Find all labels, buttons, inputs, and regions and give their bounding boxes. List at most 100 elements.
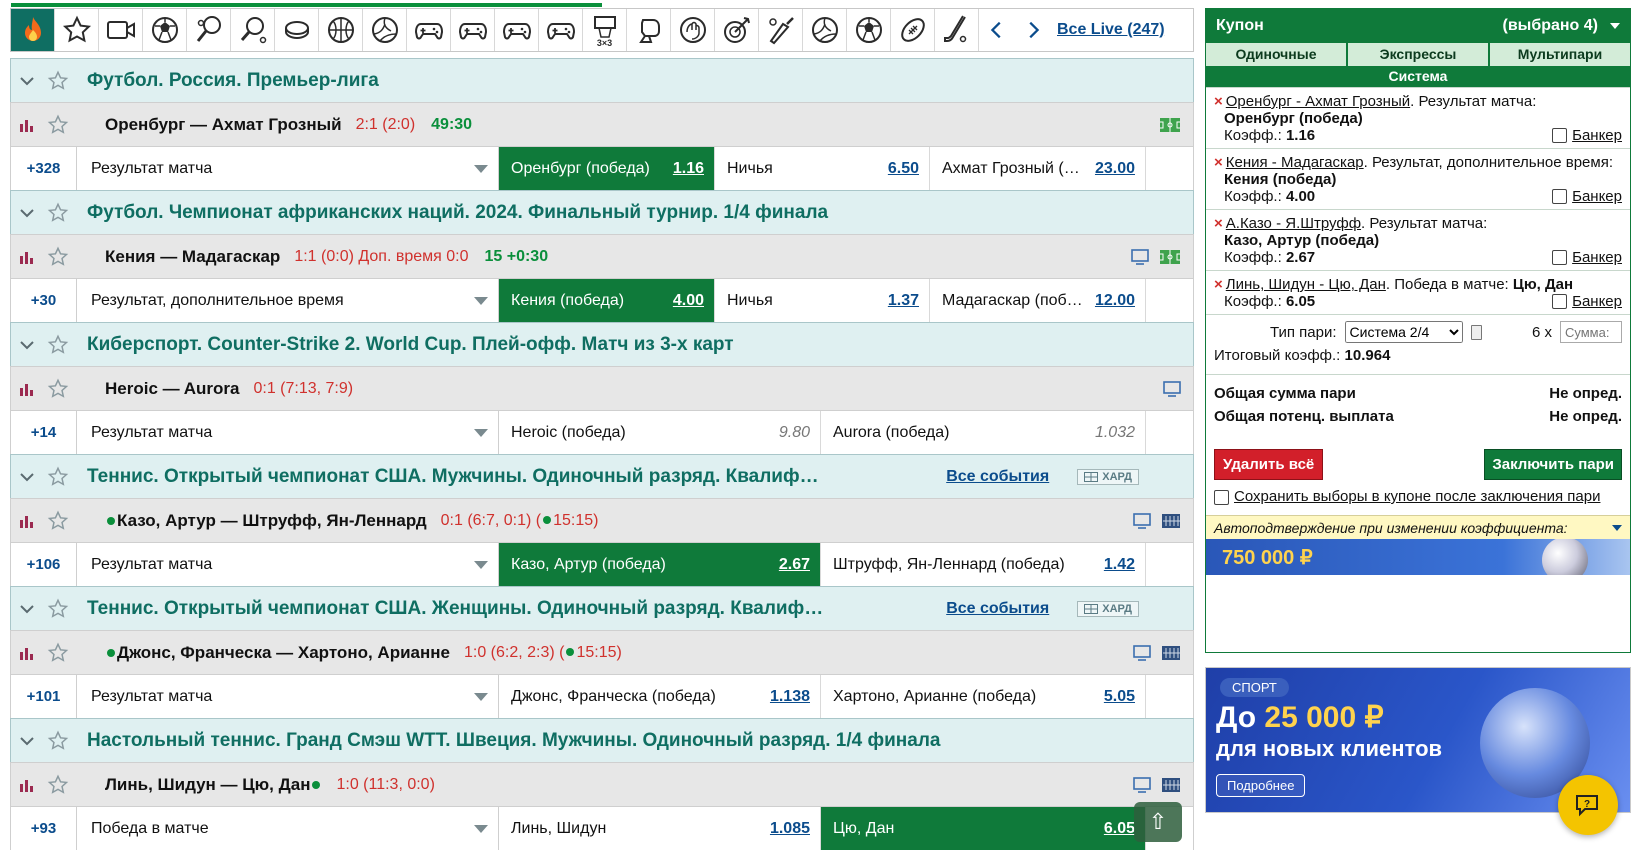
sport-tab[interactable] [319, 9, 363, 51]
outcome-button[interactable]: Хартоно, Арианне (победа) 5.05 [821, 675, 1146, 718]
collapse-toggle[interactable] [11, 601, 43, 617]
banker-checkbox[interactable] [1552, 189, 1568, 204]
collapse-toggle[interactable] [11, 337, 43, 353]
outcome-button[interactable]: Кения (победа) 4.00 [499, 279, 715, 322]
all-events-link[interactable]: Все события [946, 600, 1049, 618]
bet-event-link[interactable]: Линь, Шидун - Цю, Дан [1226, 276, 1386, 293]
league-header[interactable]: Киберспорт. Counter-Strike 2. World Cup.… [10, 322, 1194, 366]
outcome-button[interactable]: Ахмат Грозный (… 23.00 [930, 147, 1146, 190]
tab-multi[interactable]: Мультипари [1488, 43, 1630, 66]
favorite-league[interactable] [43, 466, 73, 488]
market-select[interactable]: Результат матча [77, 147, 499, 190]
calculator-icon[interactable] [1470, 324, 1482, 340]
sport-tab[interactable]: 3×3 [583, 9, 627, 51]
sport-tab[interactable] [891, 9, 935, 51]
match-teams[interactable]: Линь, Шидун — Цю, Дан [73, 775, 322, 795]
league-name[interactable]: Футбол. Чемпионат африканских наций. 202… [73, 202, 1193, 224]
favorite-match[interactable] [43, 642, 73, 664]
stats-button[interactable] [11, 116, 43, 134]
market-select[interactable]: Результат матча [77, 411, 499, 454]
banker-toggle[interactable]: Банкер [1552, 293, 1622, 310]
all-events-link[interactable]: Все события [946, 468, 1049, 486]
league-name[interactable]: Теннис. Открытый чемпионат США. Мужчины.… [73, 466, 946, 488]
favorite-league[interactable] [43, 202, 73, 224]
stats-button[interactable] [11, 644, 43, 662]
banker-checkbox[interactable] [1552, 250, 1568, 265]
match-teams[interactable]: Оренбург — Ахмат Грозный [73, 115, 342, 135]
more-markets-count[interactable]: +106 [11, 543, 77, 586]
outcome-button[interactable]: Джонс, Франческа (победа) 1.138 [499, 675, 821, 718]
sport-tab[interactable] [143, 9, 187, 51]
match-row[interactable]: Джонс, Франческа — Хартоно, Арианне 1:0 (… [10, 630, 1194, 674]
market-select[interactable]: Результат матча [77, 543, 499, 586]
remove-bet-icon[interactable]: × [1214, 93, 1223, 110]
tv-icon[interactable] [1133, 644, 1151, 661]
outcome-button[interactable]: Ничья 1.37 [715, 279, 930, 322]
scoreboard-icon[interactable] [1161, 513, 1181, 529]
favorite-match[interactable] [43, 774, 73, 796]
collapse-toggle[interactable] [11, 469, 43, 485]
sport-tab[interactable] [627, 9, 671, 51]
market-select[interactable]: Результат матча [77, 675, 499, 718]
more-markets-count[interactable]: +328 [11, 147, 77, 190]
scoreboard-icon[interactable] [1161, 777, 1181, 793]
sport-tab[interactable] [715, 9, 759, 51]
favorite-league[interactable] [43, 70, 73, 92]
tv-icon[interactable] [1131, 248, 1149, 265]
coupon-header[interactable]: Купон (выбрано 4) [1206, 9, 1630, 43]
tv-icon[interactable] [1133, 512, 1151, 529]
league-name[interactable]: Теннис. Открытый чемпионат США. Женщины.… [73, 598, 946, 620]
favorite-match[interactable] [43, 378, 73, 400]
remove-bet-icon[interactable]: × [1214, 276, 1223, 293]
scoreboard-icon[interactable] [1161, 645, 1181, 661]
outcome-button[interactable]: Ничья 6.50 [715, 147, 930, 190]
sport-tab[interactable] [275, 9, 319, 51]
chevron-down-icon[interactable] [1610, 23, 1620, 29]
outcome-button[interactable]: Heroic (победа) 9.80 [499, 411, 821, 454]
sport-tab[interactable] [231, 9, 275, 51]
sport-tab[interactable] [495, 9, 539, 51]
league-header[interactable]: Настольный теннис. Гранд Смэш WTT. Швеци… [10, 718, 1194, 762]
banker-checkbox[interactable] [1552, 128, 1568, 143]
banker-toggle[interactable]: Банкер [1552, 188, 1622, 205]
auto-confirm-dropdown[interactable]: Автоподтверждение при изменении коэффици… [1206, 515, 1630, 539]
match-teams[interactable]: Heroic — Aurora [73, 379, 239, 399]
more-markets-count[interactable]: +14 [11, 411, 77, 454]
scroll-up-button[interactable]: ⇧ [1134, 802, 1182, 842]
sport-tab[interactable] [759, 9, 803, 51]
promo-more-button[interactable]: Подробнее [1216, 774, 1306, 797]
bet-event-link[interactable]: А.Казо - Я.Штруфф [1226, 215, 1361, 232]
league-header[interactable]: Теннис. Открытый чемпионат США. Мужчины.… [10, 454, 1194, 498]
outcome-button[interactable]: Цю, Дан 6.05 [821, 807, 1146, 850]
banker-checkbox[interactable] [1552, 294, 1568, 309]
tab-system[interactable]: Система [1206, 66, 1630, 87]
sport-tab[interactable] [407, 9, 451, 51]
sport-tab[interactable] [99, 9, 143, 51]
tab-singles[interactable]: Одиночные [1206, 43, 1346, 66]
stats-button[interactable] [11, 380, 43, 398]
save-choices-checkbox[interactable] [1214, 490, 1229, 505]
chat-button[interactable]: ? [1558, 775, 1618, 835]
sport-tab[interactable] [451, 9, 495, 51]
tab-express[interactable]: Экспрессы [1346, 43, 1488, 66]
outcome-button[interactable]: Мадагаскар (поб… 12.00 [930, 279, 1146, 322]
outcome-button[interactable]: Казо, Артур (победа) 2.67 [499, 543, 821, 586]
bet-type-select[interactable]: Система 2/4 [1344, 321, 1463, 343]
sport-tab[interactable] [187, 9, 231, 51]
stats-button[interactable] [11, 512, 43, 530]
more-markets-count[interactable]: +101 [11, 675, 77, 718]
stats-button[interactable] [11, 248, 43, 266]
match-row[interactable]: Казо, Артур — Штруфф, Ян-Леннард 0:1 (6:7… [10, 498, 1194, 542]
stats-button[interactable] [11, 776, 43, 794]
promo-banner-small[interactable]: 750 000 ₽ [1206, 539, 1630, 575]
place-bet-button[interactable]: Заключить пари [1484, 449, 1622, 480]
collapse-toggle[interactable] [11, 733, 43, 749]
sport-tab[interactable] [847, 9, 891, 51]
tv-icon[interactable] [1163, 380, 1181, 397]
field-icon[interactable] [1159, 249, 1181, 265]
remove-bet-icon[interactable]: × [1214, 215, 1223, 232]
bet-event-link[interactable]: Кения - Мадагаскар [1226, 154, 1364, 171]
sport-tab[interactable] [671, 9, 715, 51]
market-select[interactable]: Результат, дополнительное время [77, 279, 499, 322]
prev-arrow[interactable] [979, 9, 1015, 51]
